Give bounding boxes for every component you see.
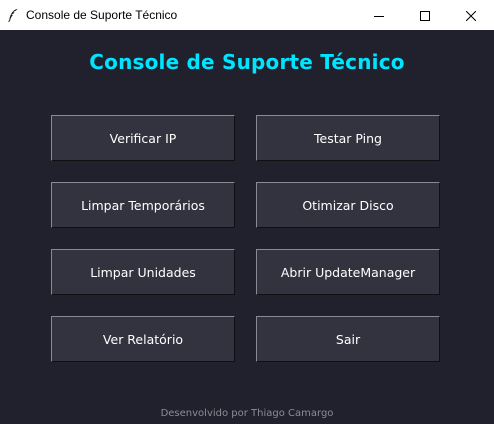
window-controls (356, 0, 494, 30)
limpar-unidades-button[interactable]: Limpar Unidades (51, 249, 235, 295)
window-title: Console de Suporte Técnico (26, 8, 178, 22)
close-icon (465, 6, 477, 25)
title-bar[interactable]: Console de Suporte Técnico (0, 0, 494, 30)
app-window: Console de Suporte Técnico Console de Su… (0, 0, 494, 424)
maximize-icon (420, 6, 430, 25)
testar-ping-button[interactable]: Testar Ping (256, 115, 440, 161)
close-button[interactable] (448, 0, 494, 30)
page-title: Console de Suporte Técnico (89, 50, 405, 74)
ver-relatorio-button[interactable]: Ver Relatório (51, 316, 235, 362)
verificar-ip-button[interactable]: Verificar IP (51, 115, 235, 161)
otimizar-disco-button[interactable]: Otimizar Disco (256, 182, 440, 228)
footer-credit: Desenvolvido por Thiago Camargo (160, 408, 334, 419)
minimize-button[interactable] (356, 0, 402, 30)
abrir-updatemanager-button[interactable]: Abrir UpdateManager (256, 249, 440, 295)
limpar-temporarios-button[interactable]: Limpar Temporários (51, 182, 235, 228)
maximize-button[interactable] (402, 0, 448, 30)
minimize-icon (374, 6, 384, 25)
sair-button[interactable]: Sair (256, 316, 440, 362)
feather-icon (0, 0, 26, 30)
